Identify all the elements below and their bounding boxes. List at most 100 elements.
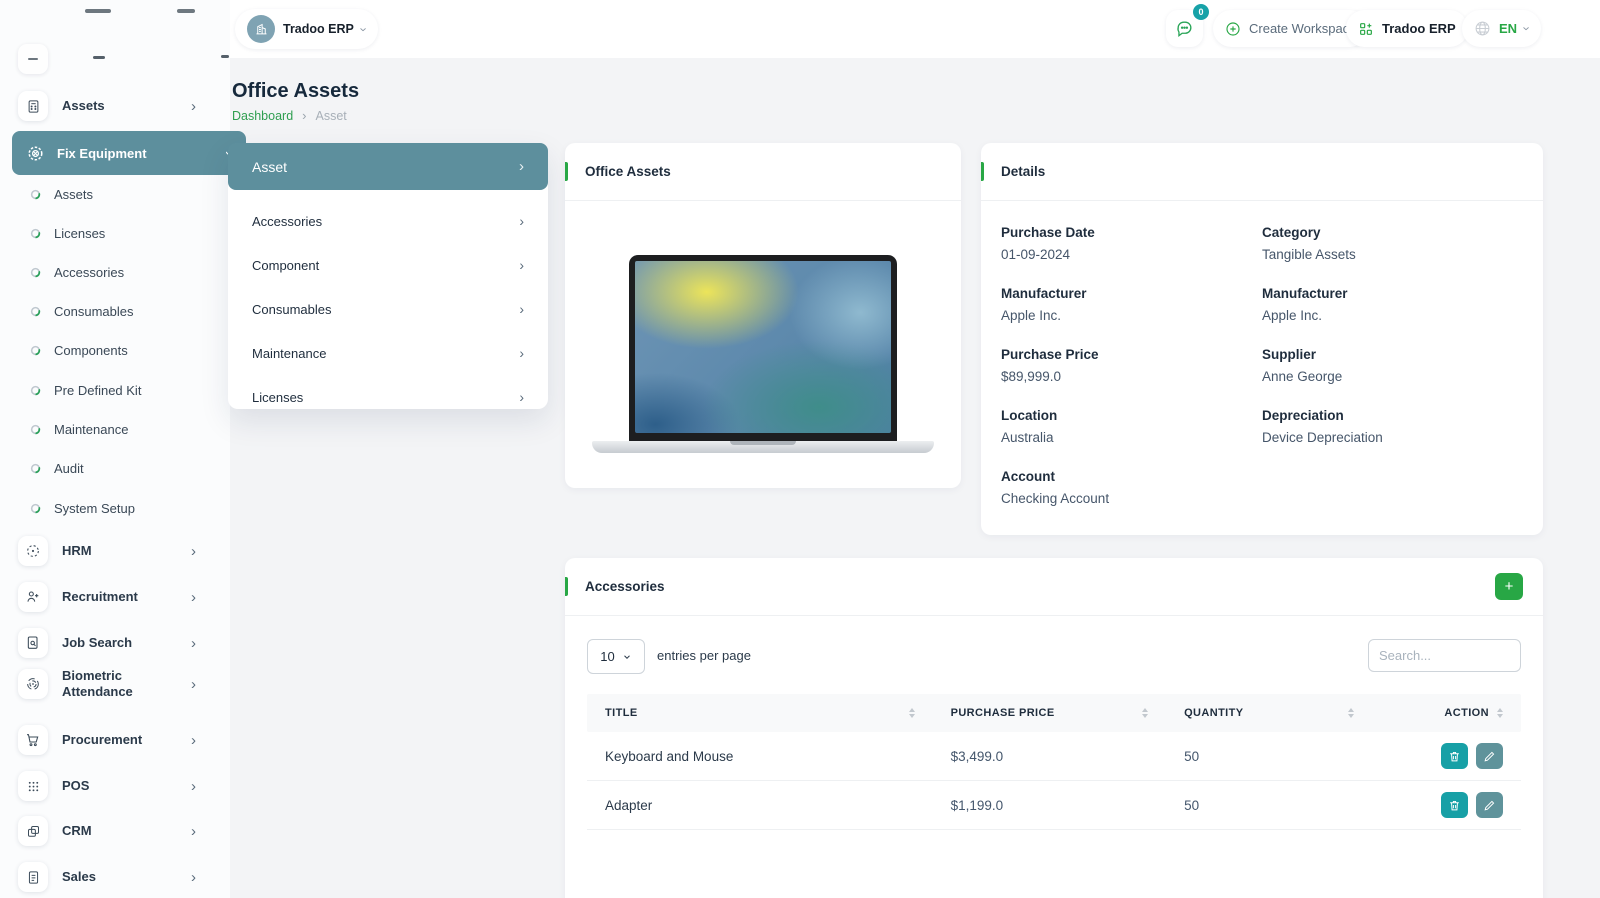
field-manufacturer-left: Manufacturer Apple Inc. [1001,286,1262,323]
sidebar-item-hrm[interactable]: HRM › [18,536,212,566]
language-selector[interactable]: EN › [1462,10,1541,47]
calculator-icon [18,91,48,121]
chevron-right-icon: › [519,389,524,405]
sort-icon [1348,708,1354,718]
column-header-title[interactable]: TITLE [587,707,933,719]
field-value: Anne George [1262,369,1523,384]
sidebar-subitem-maintenance[interactable]: Maintenance [30,422,210,437]
tradoo-erp-label: Tradoo ERP [1382,21,1456,36]
sidebar-subitem-licenses[interactable]: Licenses [30,226,210,241]
sidebar-item-fix-equipment[interactable]: Fix Equipment › [12,131,246,175]
app-window: Tradoo Tradoo ERP › 0 Create Workspace [0,0,1600,898]
flyout-item-label: Asset [252,159,287,175]
flyout-item-consumables[interactable]: Consumables › [228,287,548,331]
sidebar-item-recruitment[interactable]: Recruitment › [18,582,212,612]
accent-bar [981,162,984,181]
column-label: ACTION [1444,707,1489,719]
flyout-item-asset-active[interactable]: Asset › [228,143,548,190]
tradoo-erp-button[interactable]: Tradoo ERP [1346,10,1468,47]
office-assets-card: Office Assets [565,143,961,488]
breadcrumb-current: Asset [316,109,347,123]
chevron-right-icon: › [191,635,196,652]
column-header-quantity[interactable]: QUANTITY [1166,707,1371,719]
field-label: Category [1262,225,1523,240]
sidebar-item-pos[interactable]: POS › [18,771,212,801]
sidebar-item-label: Recruitment [62,589,138,605]
chat-badge: 0 [1193,4,1209,20]
bullet-icon [30,267,41,278]
chat-icon [1175,19,1194,38]
workspace-grid-icon [1358,21,1374,37]
sidebar-subitem-accessories[interactable]: Accessories [30,265,210,280]
sidebar-item-job-search[interactable]: Job Search › [18,628,212,658]
globe-icon [1474,20,1491,37]
sidebar-item-label: Biometric Attendance [62,668,166,701]
subitem-label: Audit [54,461,84,476]
sidebar-subitem-components[interactable]: Components [30,343,210,358]
chat-button[interactable]: 0 [1166,10,1203,47]
field-label: Purchase Price [1001,347,1262,362]
sidebar-subitem-pre-defined-kit[interactable]: Pre Defined Kit [30,383,210,398]
card-header: Details [981,143,1543,201]
column-header-action[interactable]: ACTION [1372,707,1521,719]
field-value: Apple Inc. [1262,308,1523,323]
grid-dots-icon [18,771,48,801]
field-category: Category Tangible Assets [1262,225,1523,262]
edit-button[interactable] [1476,743,1503,769]
sidebar-item-label: Fix Equipment [57,146,147,161]
sidebar-item-sales[interactable]: Sales › [18,862,212,892]
sidebar-item-biometric-attendance[interactable]: Biometric Attendance › [18,668,212,701]
chevron-right-icon: › [519,213,524,229]
chevron-right-icon: › [191,98,196,115]
sidebar-item-crm[interactable]: CRM › [18,816,212,846]
flyout-item-component[interactable]: Component › [228,243,548,287]
column-header-purchase-price[interactable]: PURCHASE PRICE [933,707,1167,719]
plus-circle-icon [1225,21,1241,37]
chevron-right-icon: › [519,301,524,317]
add-accessory-button[interactable]: + [1495,573,1523,600]
bullet-icon [30,228,41,239]
delete-button[interactable] [1441,743,1468,769]
field-location: Location Australia [1001,408,1262,445]
pencil-icon [1483,750,1496,763]
person-plus-icon [18,582,48,612]
workspace-switcher[interactable]: Tradoo ERP › [235,9,378,49]
bullet-icon [30,503,41,514]
sidebar-item-label: Assets [62,98,105,114]
bullet-icon [30,306,41,317]
subitem-label: Licenses [54,226,105,241]
fingerprint-icon [18,669,48,699]
edit-button[interactable] [1476,792,1503,818]
search-input[interactable] [1368,639,1521,672]
field-value: $89,999.0 [1001,369,1262,384]
building-icon [254,22,269,37]
sidebar-item-assets[interactable]: Assets › [18,91,212,121]
card-title: Details [1001,164,1045,179]
chevron-right-icon: › [191,676,196,693]
chevron-right-icon: › [519,158,524,175]
sidebar-subitem-system-setup[interactable]: System Setup [30,501,210,516]
sidebar-subitem-assets[interactable]: Assets [30,187,210,202]
flyout-item-licenses[interactable]: Licenses › [228,375,548,419]
chevron-right-icon: › [191,589,196,606]
workspace-avatar [247,15,275,43]
breadcrumb-dashboard-link[interactable]: Dashboard [232,109,293,123]
sidebar-item-procurement[interactable]: Procurement › [18,725,212,755]
accessories-table: TITLE PURCHASE PRICE QUANTITY ACTION Key [587,694,1521,830]
sidebar-item-label: CRM [62,823,92,839]
breadcrumb-separator: › [302,108,306,123]
flyout-item-accessories[interactable]: Accessories › [228,199,548,243]
sidebar-subitem-consumables[interactable]: Consumables [30,304,210,319]
delete-button[interactable] [1441,792,1468,818]
chevron-right-icon: › [191,778,196,795]
field-account: Account Checking Account [1001,469,1262,506]
sidebar-item-label: Procurement [62,732,142,748]
sidebar-item-label: Job Search [62,635,132,651]
sidebar-item-label: POS [62,778,89,794]
bullet-icon [30,345,41,356]
sidebar-subitem-audit[interactable]: Audit [30,461,210,476]
entries-per-page-select[interactable]: 10 [587,639,645,674]
scrolled-item-fragment [85,0,195,18]
field-label: Depreciation [1262,408,1523,423]
flyout-item-maintenance[interactable]: Maintenance › [228,331,548,375]
